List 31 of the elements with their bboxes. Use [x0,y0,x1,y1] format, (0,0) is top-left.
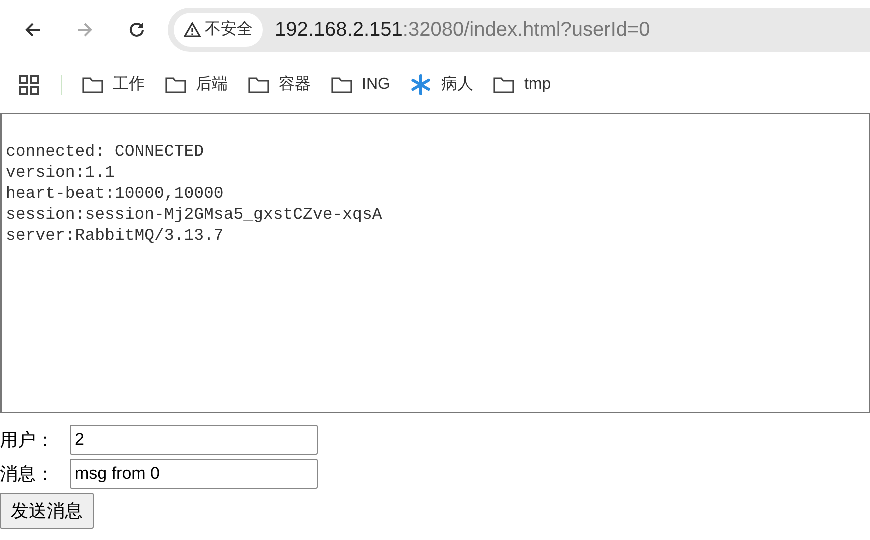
log-line: heart-beat:10000,10000 [6,183,225,204]
log-line: version:1.1 [6,162,116,183]
log-line: session:session-Mj2GMsa5_gxstCZve-xqsA [6,204,384,225]
apps-icon[interactable] [19,75,39,95]
bookmark[interactable]: tmp [483,68,562,102]
url-host: 192.168.2.151 [275,18,403,43]
bookmark[interactable]: 后端 [155,68,238,102]
input-field[interactable]: msg from 0 [70,459,318,489]
field-label: 用户： [0,428,55,452]
bookmark[interactable]: 工作 [72,68,155,102]
warning-icon [184,22,201,38]
input-field[interactable]: 2 [70,425,318,455]
folder-icon [165,76,187,94]
address-bar[interactable]: 不安全 192.168.2.151:32080/index.html?userId=0 [168,8,870,52]
security-chip[interactable]: 不安全 [174,13,263,47]
folder-icon [248,76,270,94]
bookmark[interactable]: 容器 [238,68,321,102]
bookmark[interactable]: ING [321,68,400,102]
back-icon[interactable] [24,21,42,39]
folder-icon [493,76,516,94]
bookmark[interactable]: 病人 [400,68,484,102]
send-button[interactable]: 发送消息 [0,493,94,529]
folder-icon [82,76,104,94]
log-line: connected: CONNECTED [6,141,206,162]
security-label: 不安全 [205,20,253,40]
reload-icon[interactable] [128,21,146,39]
field-label: 消息： [0,462,55,486]
log-line: server:RabbitMQ/3.13.7 [6,225,225,246]
url-path: :32080/index.html?userId=0 [402,18,650,43]
folder-icon [331,76,353,94]
snowflake-icon [410,74,432,96]
